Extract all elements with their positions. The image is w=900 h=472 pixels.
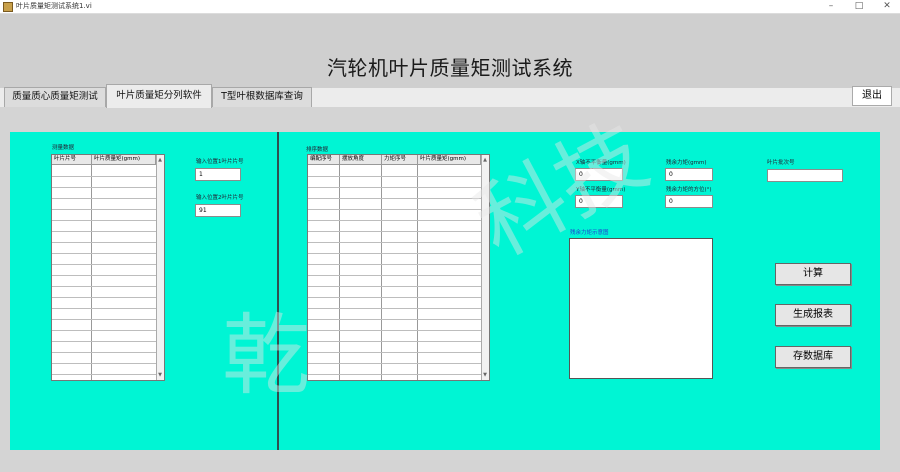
residual-angle-label: 残余力矩的方位(°) (666, 187, 712, 193)
table-row (308, 374, 481, 375)
exit-button[interactable]: 退出 (852, 86, 892, 106)
column-header-blade-moment: 叶片质量矩(gmm) (92, 155, 156, 165)
x-unbalance-field: 0 (575, 168, 623, 181)
x-unbalance-label: X轴不平衡量(gmm) (576, 160, 626, 166)
column-header-sorted-blade-moment: 叶片质量矩(gmm) (418, 155, 481, 165)
plot-title: 残余力矩示意图 (570, 230, 609, 236)
maximize-button[interactable]: □ (846, 0, 872, 14)
table-column-line (339, 155, 340, 380)
column-header-blade-no: 叶片片号 (52, 155, 92, 165)
sort-data-table[interactable] (307, 154, 490, 381)
minimize-button[interactable]: – (818, 0, 844, 14)
residual-angle-field: 0 (665, 195, 713, 208)
batch-number-label: 叶片批次号 (767, 160, 795, 166)
table-row (52, 374, 156, 375)
table-row (308, 297, 481, 298)
scroll-up-arrow-icon[interactable]: ▲ (156, 156, 164, 164)
sort-data-label: 排序数据 (306, 147, 329, 153)
column-header-moment-no: 力矩序号 (382, 155, 418, 165)
tab-blade-moment-sorting[interactable]: 叶片质量矩分列软件 (106, 84, 212, 108)
table-row (52, 341, 156, 342)
table-column-line (381, 155, 382, 380)
table-row (52, 209, 156, 210)
table-row (308, 319, 481, 320)
table-row (308, 187, 481, 188)
table-row (52, 264, 156, 265)
pos2-input[interactable]: 91 (195, 204, 241, 217)
column-header-angle: 摆放角度 (340, 155, 382, 165)
residual-moment-label: 残余力矩(gmm) (666, 160, 707, 166)
table-row (308, 231, 481, 232)
generate-report-button[interactable]: 生成报表 (775, 304, 851, 326)
pos1-input[interactable]: 1 (195, 168, 241, 181)
measure-data-table[interactable] (51, 154, 165, 381)
table-column-line (91, 155, 92, 380)
table-row (308, 220, 481, 221)
table-row (308, 198, 481, 199)
y-unbalance-label: Y轴不平衡量(gmm) (576, 187, 626, 193)
page-title: 汽轮机叶片质量矩测试系统 (327, 56, 573, 80)
table-row (308, 242, 481, 243)
window-title: 叶片质量矩测试系统1.vi (16, 2, 92, 10)
table-row (52, 176, 156, 177)
sort-table-scrollbar[interactable] (481, 155, 489, 380)
measure-data-label: 测量数据 (52, 145, 75, 151)
table-row (52, 242, 156, 243)
window-title-bar (0, 0, 900, 14)
table-row (52, 352, 156, 353)
column-header-sequence-no: 编配序号 (308, 155, 340, 165)
residual-moment-field: 0 (665, 168, 713, 181)
table-row (308, 341, 481, 342)
table-row (308, 253, 481, 254)
scroll-down-arrow-icon[interactable]: ▼ (481, 371, 489, 379)
table-row (308, 352, 481, 353)
table-row (52, 308, 156, 309)
table-row (52, 253, 156, 254)
table-row (308, 209, 481, 210)
panel-divider (277, 132, 279, 450)
scroll-down-arrow-icon[interactable]: ▼ (156, 371, 164, 379)
table-row (52, 297, 156, 298)
table-row (52, 198, 156, 199)
table-row (52, 220, 156, 221)
tab-t-root-db-query[interactable]: T型叶根数据库查询 (212, 87, 312, 107)
close-button[interactable]: ✕ (874, 0, 900, 14)
table-row (52, 330, 156, 331)
table-row (52, 275, 156, 276)
tab-mass-centroid-test[interactable]: 质量质心质量矩测试 (4, 87, 106, 107)
scroll-up-arrow-icon[interactable]: ▲ (481, 156, 489, 164)
table-row (52, 231, 156, 232)
table-row (308, 308, 481, 309)
table-column-line (417, 155, 418, 380)
table-row (308, 176, 481, 177)
pos1-label: 输入位置1叶片片号 (196, 159, 244, 165)
table-row (308, 286, 481, 287)
residual-moment-plot (569, 238, 713, 379)
save-database-button[interactable]: 存数据库 (775, 346, 851, 368)
table-row (308, 330, 481, 331)
pos2-label: 输入位置2叶片片号 (196, 195, 244, 201)
table-row (308, 275, 481, 276)
measure-table-scrollbar[interactable] (156, 155, 164, 380)
table-row (52, 363, 156, 364)
table-row (308, 363, 481, 364)
app-icon (3, 2, 13, 12)
batch-number-input[interactable] (767, 169, 843, 182)
table-row (52, 286, 156, 287)
y-unbalance-field: 0 (575, 195, 623, 208)
table-row (308, 264, 481, 265)
table-row (52, 187, 156, 188)
calculate-button[interactable]: 计算 (775, 263, 851, 285)
table-row (52, 319, 156, 320)
